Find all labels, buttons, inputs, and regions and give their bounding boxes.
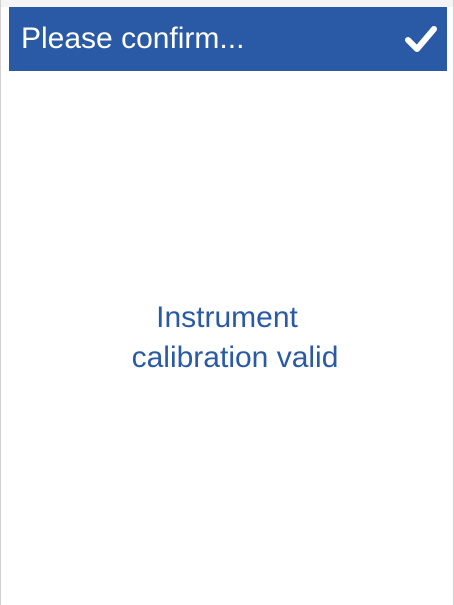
top-edge	[1, 0, 453, 7]
dialog-title: Please confirm...	[21, 22, 245, 55]
confirm-dialog: Please confirm... Instrument calibration…	[0, 0, 454, 605]
checkmark-icon[interactable]	[403, 21, 439, 57]
dialog-message: Instrument calibration valid	[1, 298, 453, 378]
message-line-2: calibration valid	[131, 341, 339, 374]
title-bar: Please confirm...	[9, 7, 447, 71]
message-line-1: Instrument	[156, 301, 298, 334]
